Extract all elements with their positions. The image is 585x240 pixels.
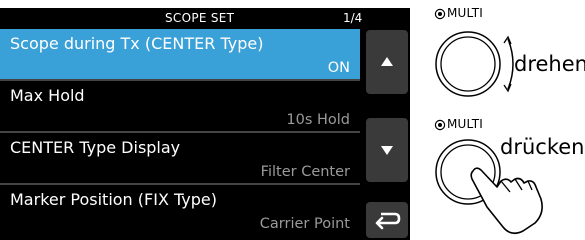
multi-dial-icon	[435, 31, 514, 97]
menu-item-scope-during-tx[interactable]: Scope during Tx (CENTER Type) ON	[0, 29, 360, 79]
menu-item-label: CENTER Type Display	[10, 138, 181, 157]
menu-item-center-type-display[interactable]: CENTER Type Display Filter Center	[0, 133, 360, 183]
pressing-hand-icon	[470, 167, 543, 235]
multi-dial-press[interactable]: MULTI drücken	[430, 117, 585, 240]
rotate-action-label: drehen	[514, 52, 585, 76]
scroll-down-button[interactable]	[366, 118, 408, 182]
menu-item-value: Filter Center	[260, 164, 350, 180]
menu-item-label: Marker Position (FIX Type)	[10, 190, 217, 209]
page-indicator: 1/4	[343, 11, 363, 25]
back-button[interactable]	[366, 202, 408, 238]
menu-item-marker-position[interactable]: Marker Position (FIX Type) Carrier Point	[0, 185, 360, 235]
multi-dial-rotate[interactable]: MULTI drehen	[430, 6, 585, 106]
return-arrow-icon	[375, 212, 401, 230]
radio-screen: SCOPE SET 1/4 Scope during Tx (CENTER Ty…	[0, 8, 410, 240]
menu-item-value: Carrier Point	[259, 216, 350, 232]
menu-item-value: 10s Hold	[286, 112, 350, 128]
triangle-up-icon	[381, 57, 393, 66]
press-action-label: drücken	[500, 135, 585, 159]
menu-item-label: Scope during Tx (CENTER Type)	[10, 34, 264, 53]
triangle-down-icon	[381, 146, 393, 155]
menu-title: SCOPE SET	[165, 11, 235, 25]
menu-header: SCOPE SET 1/4	[0, 8, 410, 28]
multi-caption-icon	[434, 8, 446, 20]
scroll-up-button[interactable]	[366, 30, 408, 94]
multi-caption: MULTI	[447, 6, 484, 20]
menu-item-value: ON	[327, 60, 350, 76]
menu-item-max-hold[interactable]: Max Hold 10s Hold	[0, 81, 360, 131]
menu-item-label: Max Hold	[10, 86, 85, 105]
